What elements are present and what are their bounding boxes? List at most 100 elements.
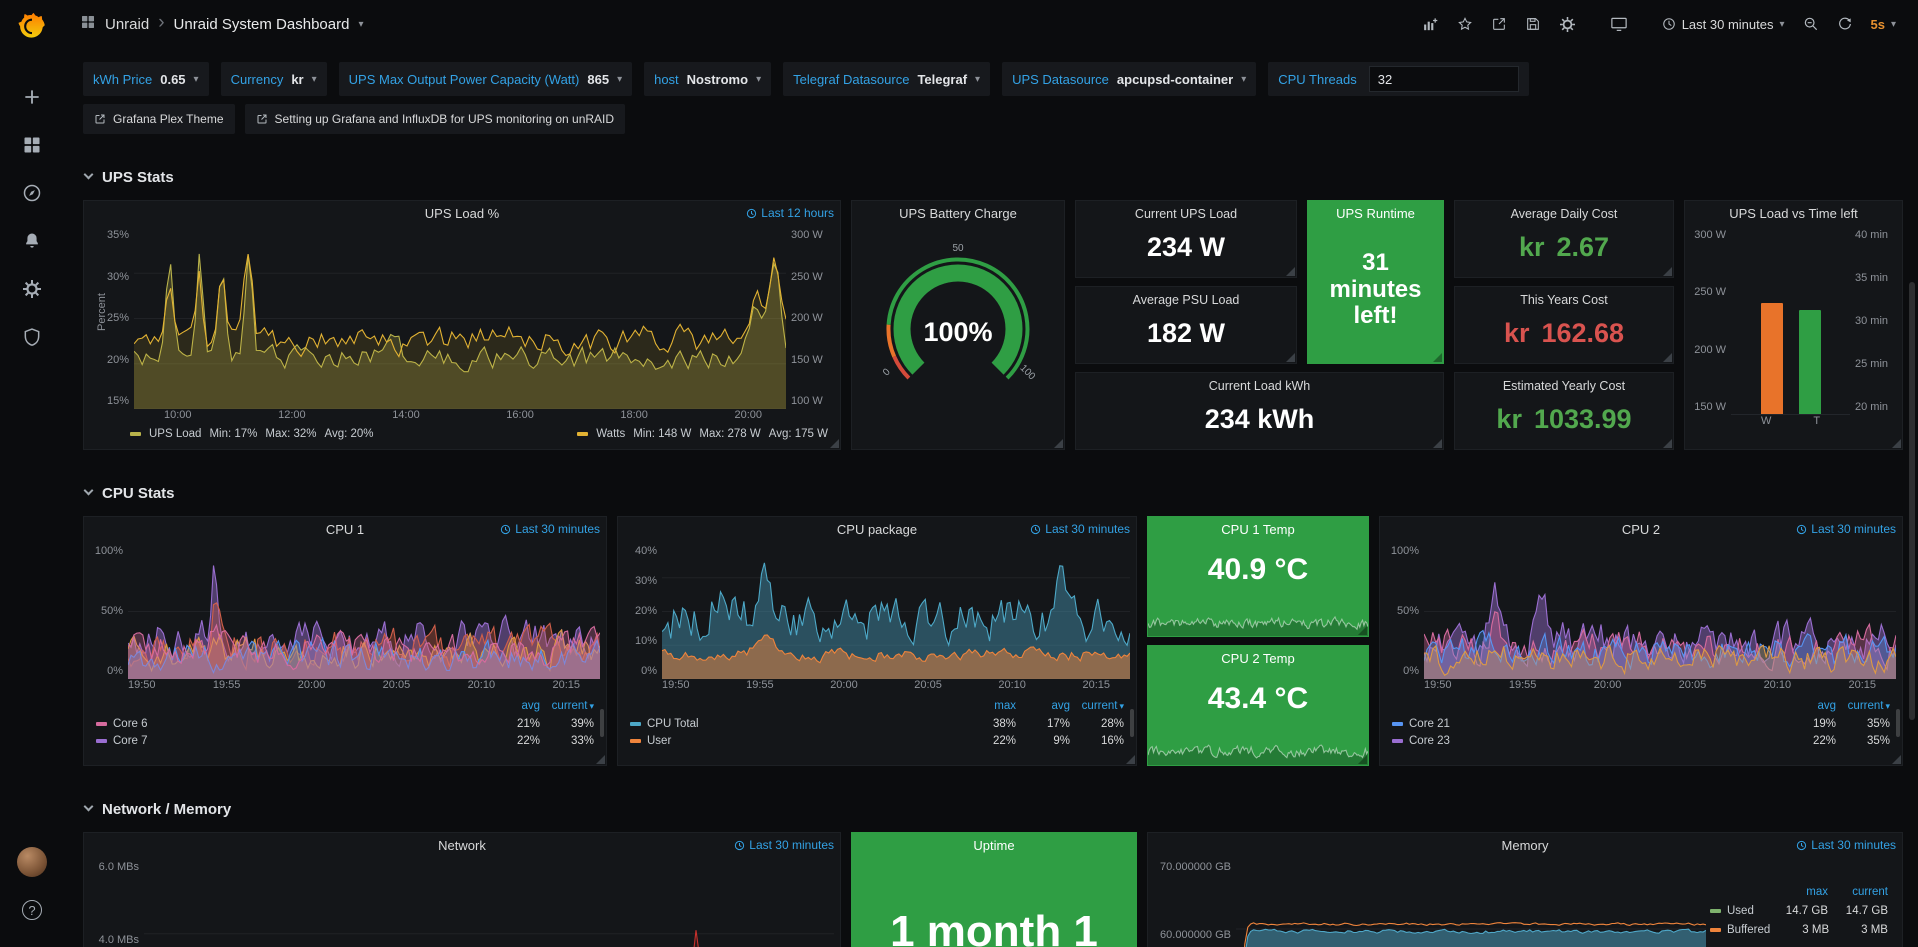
panel-title[interactable]: UPS Battery Charge (899, 206, 1017, 221)
panel-title[interactable]: Average PSU Load (1133, 293, 1240, 307)
variable-value[interactable]: Telegraf (917, 72, 967, 87)
series-name[interactable]: Core 6 (113, 718, 486, 730)
legend-sort-column[interactable]: avg (1016, 700, 1070, 712)
breadcrumb-dashboard-title[interactable]: Unraid System Dashboard (174, 16, 350, 33)
legend-sort-column[interactable]: current▾ (1070, 700, 1124, 712)
sidebar-item-configuration[interactable] (0, 270, 64, 308)
variable-value[interactable]: 865 (587, 72, 609, 87)
time-range-picker[interactable]: Last 30 minutes ▾ (1654, 9, 1793, 39)
section-network-memory[interactable]: Network / Memory (83, 796, 1903, 822)
cpu1-chart[interactable] (128, 544, 600, 679)
panel-this-years-cost: This Years Cost kr162.68 (1454, 286, 1674, 364)
series-name[interactable]: Buffered (1727, 924, 1770, 936)
sidebar-item-alerting[interactable] (0, 222, 64, 260)
star-dashboard-button[interactable] (1449, 9, 1481, 39)
sidebar-item-help[interactable]: ? (0, 891, 64, 929)
page-scrollbar[interactable] (1909, 282, 1915, 720)
variable-host[interactable]: host Nostromo ▾ (644, 62, 771, 96)
sidebar-item-server-admin[interactable] (0, 318, 64, 356)
panel-title[interactable]: Current Load kWh (1209, 379, 1310, 393)
panel-title[interactable]: UPS Load % (425, 206, 499, 221)
series-name[interactable]: User (647, 735, 962, 747)
dashboard-links-row: Grafana Plex Theme Setting up Grafana an… (83, 104, 1903, 134)
user-avatar[interactable] (17, 847, 47, 877)
cpu-threads-input[interactable] (1369, 66, 1519, 92)
legend-sort-column[interactable]: current (1828, 886, 1888, 898)
cycle-view-mode-button[interactable] (1602, 9, 1636, 39)
variable-label: kWh Price (93, 72, 152, 87)
variable-value[interactable]: apcupsd-container (1117, 72, 1233, 87)
panel-title[interactable]: UPS Runtime (1336, 206, 1415, 221)
variable-kwh-price[interactable]: kWh Price 0.65 ▾ (83, 62, 209, 96)
series-name[interactable]: Core 7 (113, 735, 486, 747)
panel-title[interactable]: UPS Load vs Time left (1729, 206, 1858, 221)
save-dashboard-button[interactable] (1517, 9, 1549, 39)
panel-title[interactable]: Memory (1502, 838, 1549, 853)
panel-title[interactable]: CPU 2 (1622, 522, 1660, 537)
panel-title[interactable]: Network (438, 838, 486, 853)
currency-prefix: kr (1504, 318, 1530, 349)
add-panel-button[interactable] (1414, 9, 1447, 39)
cpu2-chart[interactable] (1424, 544, 1896, 679)
legend-sort-column[interactable]: avg (486, 700, 540, 712)
legend-sort-column[interactable]: max (962, 700, 1016, 712)
series-name[interactable]: CPU Total (647, 718, 962, 730)
zoom-out-time-button[interactable] (1795, 9, 1827, 39)
legend-item[interactable]: UPS Load Min: 17% Max: 32% Avg: 20% (130, 428, 374, 440)
panel-title[interactable]: CPU 1 (326, 522, 364, 537)
dashboard-scroll-area[interactable]: kWh Price 0.65 ▾ Currency kr ▾ UPS Max O… (64, 48, 1918, 947)
variable-telegraf-datasource[interactable]: Telegraf Datasource Telegraf ▾ (783, 62, 990, 96)
legend-sort-column[interactable]: current▾ (1836, 700, 1890, 712)
legend-value: Max: 278 W (699, 428, 760, 440)
series-name[interactable]: Core 21 (1409, 718, 1782, 730)
legend-scrollbar[interactable] (1896, 709, 1900, 737)
sidebar-item-create[interactable] (0, 78, 64, 116)
legend-item[interactable]: Watts Min: 148 W Max: 278 W Avg: 175 W (577, 428, 828, 440)
series-name[interactable]: Watts (596, 428, 625, 440)
variable-ups-max-output[interactable]: UPS Max Output Power Capacity (Watt) 865… (339, 62, 632, 96)
legend-sort-column[interactable]: current▾ (540, 700, 594, 712)
legend-row: Core 6 21% 39% (96, 715, 594, 732)
bar-chart[interactable]: 300 W 250 W 200 W 150 W 40 min 35 min 30… (1685, 225, 1902, 415)
legend-scrollbar[interactable] (600, 709, 604, 737)
section-cpu-stats[interactable]: CPU Stats (83, 480, 1903, 506)
ups-load-chart[interactable] (134, 228, 786, 409)
share-dashboard-button[interactable] (1483, 9, 1515, 39)
panel-title[interactable]: Estimated Yearly Cost (1503, 379, 1625, 393)
panel-title[interactable]: CPU 1 Temp (1221, 522, 1294, 537)
variable-currency[interactable]: Currency kr ▾ (221, 62, 327, 96)
panel-cpu-1-temp: CPU 1 Temp 40.9 °C (1147, 516, 1369, 637)
legend-sort-column[interactable]: avg (1782, 700, 1836, 712)
link-ups-monitoring-article[interactable]: Setting up Grafana and InfluxDB for UPS … (245, 104, 626, 134)
legend-sort-column[interactable]: max (1768, 886, 1828, 898)
stat-value: 234 W (1147, 221, 1225, 277)
refresh-interval-picker[interactable]: 5s ▾ (1863, 9, 1905, 39)
refresh-button[interactable] (1829, 9, 1861, 39)
memory-chart[interactable] (1236, 860, 1706, 947)
cpu-package-chart[interactable] (662, 544, 1130, 679)
panel-title[interactable]: CPU package (837, 522, 917, 537)
panel-title[interactable]: Current UPS Load (1135, 207, 1237, 221)
series-name[interactable]: Used (1727, 905, 1768, 917)
sidebar-item-dashboards[interactable] (0, 126, 64, 164)
panel-title[interactable]: Uptime (973, 838, 1014, 853)
link-grafana-plex-theme[interactable]: Grafana Plex Theme (83, 104, 235, 134)
section-ups-stats[interactable]: UPS Stats (83, 164, 1903, 190)
chevron-down-icon[interactable]: ▾ (358, 19, 363, 30)
series-name[interactable]: Core 23 (1409, 735, 1782, 747)
panel-title[interactable]: This Years Cost (1520, 293, 1608, 307)
panel-title[interactable]: Average Daily Cost (1511, 207, 1618, 221)
variable-value[interactable]: Nostromo (687, 72, 748, 87)
legend-scrollbar[interactable] (1130, 709, 1134, 737)
series-name[interactable]: UPS Load (149, 428, 201, 440)
breadcrumb-folder[interactable]: Unraid (105, 16, 149, 33)
stat-number: 1033.99 (1534, 404, 1632, 435)
grafana-logo[interactable] (0, 0, 64, 52)
dashboard-settings-button[interactable] (1551, 9, 1584, 39)
variable-value[interactable]: kr (291, 72, 303, 87)
panel-title[interactable]: CPU 2 Temp (1221, 651, 1294, 666)
variable-ups-datasource[interactable]: UPS Datasource apcupsd-container ▾ (1002, 62, 1256, 96)
sidebar-item-explore[interactable] (0, 174, 64, 212)
variable-value[interactable]: 0.65 (160, 72, 185, 87)
network-chart[interactable] (144, 860, 834, 947)
